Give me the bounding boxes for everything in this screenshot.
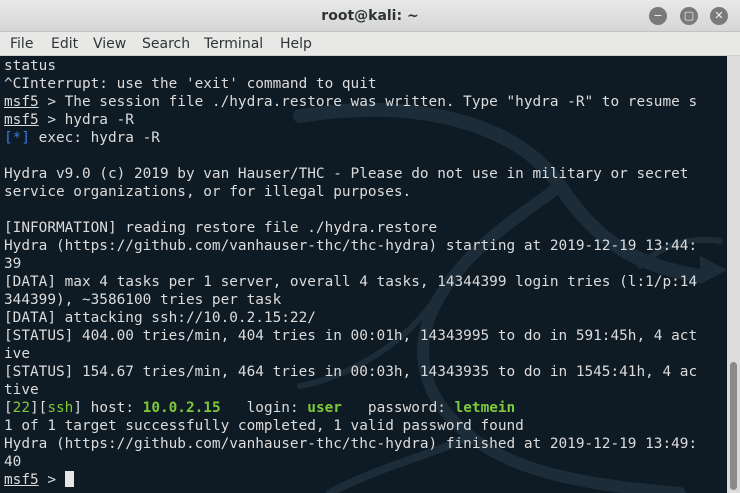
close-button[interactable]: ✕ bbox=[710, 7, 728, 25]
terminal-line: [DATA] attacking ssh://10.0.2.15:22/ bbox=[4, 309, 697, 327]
line-text: exec: hydra -R bbox=[30, 130, 160, 146]
port-value: 22 bbox=[12, 400, 30, 416]
menu-help[interactable]: Help bbox=[280, 32, 312, 56]
menu-file[interactable]: File bbox=[10, 32, 33, 56]
terminal-line: [STATUS] 154.67 tries/min, 464 tries in … bbox=[4, 363, 697, 381]
bracket-sep: ][ bbox=[30, 400, 48, 416]
bracket-open: [ bbox=[4, 400, 13, 416]
minimize-button[interactable]: − bbox=[649, 7, 667, 25]
terminal-window: root@kali: ~ − ▢ ✕ File Edit View Search… bbox=[0, 0, 740, 493]
maximize-button[interactable]: ▢ bbox=[680, 7, 698, 25]
line-text: [STATUS] 154.67 tries/min, 464 tries in … bbox=[4, 364, 698, 380]
line-text: 40 bbox=[4, 454, 22, 470]
password-label: password: bbox=[341, 400, 455, 416]
title-bar[interactable]: root@kali: ~ − ▢ ✕ bbox=[0, 0, 740, 32]
line-text: 344399), ~3586100 tries per task bbox=[4, 292, 282, 308]
scrollbar-thumb[interactable] bbox=[730, 362, 737, 490]
terminal-line: Hydra (https://github.com/vanhauser-thc/… bbox=[4, 435, 697, 453]
login-label: login: bbox=[220, 400, 308, 416]
menu-edit[interactable]: Edit bbox=[51, 32, 78, 56]
menu-terminal[interactable]: Terminal bbox=[204, 32, 263, 56]
password-value: letmein bbox=[454, 400, 516, 416]
terminal-line: 1 of 1 target successfully completed, 1 … bbox=[4, 417, 697, 435]
terminal-line: status bbox=[4, 57, 697, 75]
terminal-line: 40 bbox=[4, 453, 697, 471]
menu-search[interactable]: Search bbox=[142, 32, 190, 56]
terminal-line: msf5 > The session file ./hydra.restore … bbox=[4, 93, 697, 111]
line-text: [DATA] max 4 tasks per 1 server, overall… bbox=[4, 274, 698, 290]
text-cursor[interactable] bbox=[64, 471, 74, 487]
terminal-line: ^CInterrupt: use the 'exit' command to q… bbox=[4, 75, 697, 93]
service-value: ssh bbox=[47, 400, 74, 416]
line-text: tive bbox=[4, 382, 39, 398]
terminal-line: Hydra (https://github.com/vanhauser-thc/… bbox=[4, 237, 697, 255]
line-text: [STATUS] 404.00 tries/min, 404 tries in … bbox=[4, 328, 698, 344]
terminal-line: service organizations, or for illegal pu… bbox=[4, 183, 697, 201]
terminal-line: tive bbox=[4, 381, 697, 399]
line-text: ive bbox=[4, 346, 30, 362]
line-text: status bbox=[4, 58, 56, 74]
terminal-line: [22][ssh] host: 10.0.2.15 login: user pa… bbox=[4, 399, 697, 417]
terminal-line: [STATUS] 404.00 tries/min, 404 tries in … bbox=[4, 327, 697, 345]
line-text: service organizations, or for illegal pu… bbox=[4, 184, 412, 200]
terminal-line: ive bbox=[4, 345, 697, 363]
terminal-line: msf5 > bbox=[4, 471, 697, 489]
line-text: > hydra -R bbox=[38, 112, 134, 128]
line-text: > The session file ./hydra.restore was w… bbox=[38, 94, 698, 110]
bracket-close: ] bbox=[73, 400, 82, 416]
login-value: user bbox=[307, 400, 342, 416]
line-text: > bbox=[38, 472, 65, 488]
shell-prompt: msf5 bbox=[4, 94, 39, 110]
menu-bar: File Edit View Search Terminal Help bbox=[0, 32, 740, 56]
host-value: 10.0.2.15 bbox=[142, 400, 221, 416]
host-label: host: bbox=[82, 400, 143, 416]
terminal-line: msf5 > hydra -R bbox=[4, 111, 697, 129]
info-marker: [*] bbox=[4, 130, 30, 146]
line-text: Hydra v9.0 (c) 2019 by van Hauser/THC - … bbox=[4, 166, 689, 182]
terminal-line: 39 bbox=[4, 255, 697, 273]
window-title: root@kali: ~ bbox=[321, 8, 419, 24]
terminal-output[interactable]: status ^CInterrupt: use the 'exit' comman… bbox=[0, 56, 727, 493]
line-text: 1 of 1 target successfully completed, 1 … bbox=[4, 418, 524, 434]
shell-prompt: msf5 bbox=[4, 112, 39, 128]
menu-view[interactable]: View bbox=[93, 32, 126, 56]
vertical-scrollbar[interactable] bbox=[727, 56, 740, 493]
terminal-line: 344399), ~3586100 tries per task bbox=[4, 291, 697, 309]
shell-prompt: msf5 bbox=[4, 472, 39, 488]
terminal-line: [*] exec: hydra -R bbox=[4, 129, 697, 147]
line-text: ^CInterrupt: use the 'exit' command to q… bbox=[4, 76, 377, 92]
line-text: Hydra (https://github.com/vanhauser-thc/… bbox=[4, 238, 698, 254]
terminal-line: Hydra v9.0 (c) 2019 by van Hauser/THC - … bbox=[4, 165, 697, 183]
terminal-line: [DATA] max 4 tasks per 1 server, overall… bbox=[4, 273, 697, 291]
line-text: [DATA] attacking ssh://10.0.2.15:22/ bbox=[4, 310, 316, 326]
terminal-line: [INFORMATION] reading restore file ./hyd… bbox=[4, 219, 697, 237]
terminal-lines: status ^CInterrupt: use the 'exit' comman… bbox=[4, 57, 697, 489]
line-text: [INFORMATION] reading restore file ./hyd… bbox=[4, 220, 438, 236]
line-text: Hydra (https://github.com/vanhauser-thc/… bbox=[4, 436, 698, 452]
line-text: 39 bbox=[4, 256, 22, 272]
